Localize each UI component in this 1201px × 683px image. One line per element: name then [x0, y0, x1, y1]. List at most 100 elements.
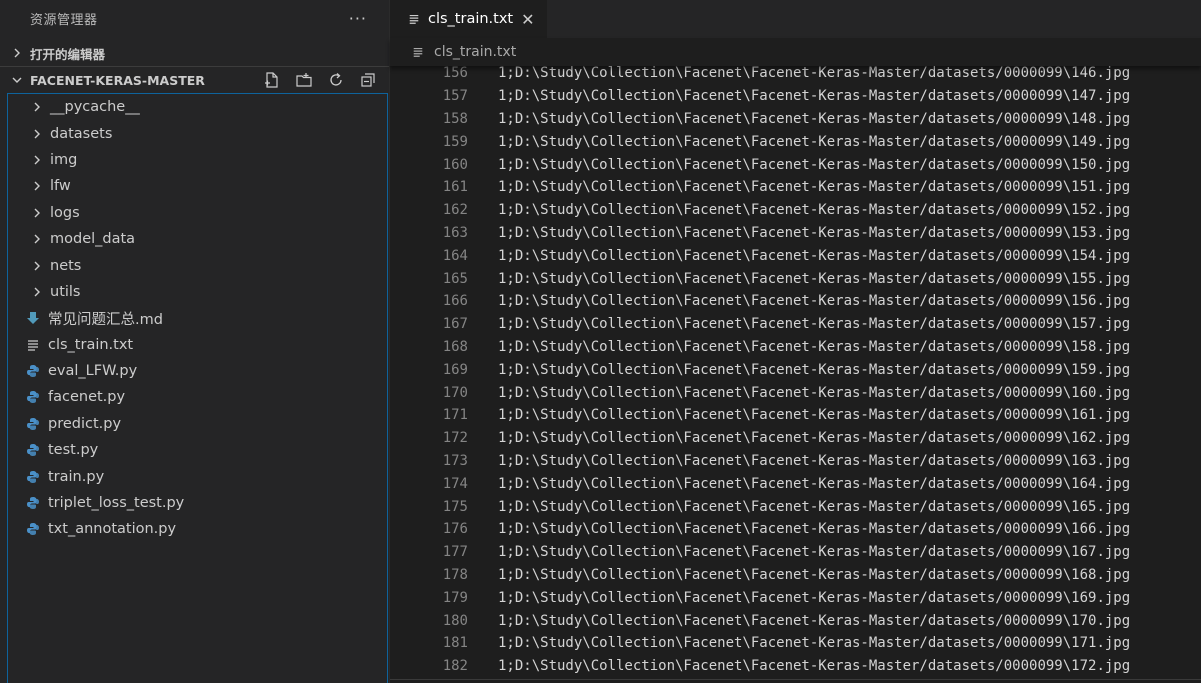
code-line[interactable]: 169 1;D:\Study\Collection\Facenet\Facenet…	[390, 358, 1201, 381]
line-text: 1;D:\Study\Collection\Facenet\Facenet-Ke…	[498, 475, 1131, 492]
file-facenet-py[interactable]: facenet.py	[8, 384, 387, 410]
code-line[interactable]: 172 1;D:\Study\Collection\Facenet\Facenet…	[390, 427, 1201, 450]
line-number: 169	[442, 361, 468, 378]
line-number: 158	[442, 110, 468, 127]
folder-img[interactable]: img	[8, 147, 387, 173]
file-label: train.py	[48, 468, 105, 485]
code-line[interactable]: 163 1;D:\Study\Collection\Facenet\Facenet…	[390, 222, 1201, 245]
code-line[interactable]: 170 1;D:\Study\Collection\Facenet\Facenet…	[390, 381, 1201, 404]
code-line[interactable]: 157 1;D:\Study\Collection\Facenet\Facenet…	[390, 85, 1201, 108]
code-line[interactable]: 176 1;D:\Study\Collection\Facenet\Facenet…	[390, 518, 1201, 541]
chevron-right-icon	[34, 261, 40, 271]
editor-divider	[390, 679, 1201, 680]
line-text: 1;D:\Study\Collection\Facenet\Facenet-Ke…	[498, 270, 1131, 287]
folder-model-data[interactable]: model_data	[8, 226, 387, 252]
collapse-all-icon[interactable]	[359, 71, 377, 89]
code-line[interactable]: 179 1;D:\Study\Collection\Facenet\Facenet…	[390, 586, 1201, 609]
folder-label: utils	[50, 283, 81, 300]
line-text: 1;D:\Study\Collection\Facenet\Facenet-Ke…	[498, 589, 1131, 606]
folder-label: datasets	[50, 125, 113, 142]
code-line[interactable]: 167 1;D:\Study\Collection\Facenet\Facenet…	[390, 313, 1201, 336]
line-number: 178	[442, 566, 468, 583]
file-eval-lfw-py[interactable]: eval_LFW.py	[8, 358, 387, 384]
python-icon	[27, 444, 39, 457]
tab-cls-train-txt[interactable]: cls_train.txt ✕	[390, 0, 547, 38]
code-line[interactable]: 165 1;D:\Study\Collection\Facenet\Facenet…	[390, 267, 1201, 290]
project-label: FACENET-KERAS-MASTER	[30, 72, 205, 88]
code-line[interactable]: 177 1;D:\Study\Collection\Facenet\Facenet…	[390, 541, 1201, 564]
line-text: 1;D:\Study\Collection\Facenet\Facenet-Ke…	[498, 384, 1131, 401]
line-number: 177	[442, 544, 468, 561]
code-line[interactable]: 166 1;D:\Study\Collection\Facenet\Facenet…	[390, 290, 1201, 313]
file-label: predict.py	[48, 415, 122, 432]
line-number: 165	[442, 270, 468, 287]
new-folder-icon[interactable]	[295, 71, 313, 89]
code-line[interactable]: 160 1;D:\Study\Collection\Facenet\Facenet…	[390, 153, 1201, 176]
code-line[interactable]: 158 1;D:\Study\Collection\Facenet\Facenet…	[390, 108, 1201, 131]
file-txt-annotation-py[interactable]: txt_annotation.py	[8, 516, 387, 542]
python-icon	[27, 470, 39, 483]
line-text: 1;D:\Study\Collection\Facenet\Facenet-Ke…	[498, 247, 1131, 264]
new-file-icon[interactable]	[263, 71, 281, 89]
folder-utils[interactable]: utils	[8, 279, 387, 305]
line-number: 182	[442, 658, 468, 675]
line-text: 1;D:\Study\Collection\Facenet\Facenet-Ke…	[498, 635, 1131, 652]
breadcrumb-file[interactable]: cls_train.txt	[434, 44, 516, 60]
line-text: 1;D:\Study\Collection\Facenet\Facenet-Ke…	[498, 658, 1131, 675]
file-test-py[interactable]: test.py	[8, 437, 387, 463]
folder-logs[interactable]: logs	[8, 200, 387, 226]
folder-datasets[interactable]: datasets	[8, 120, 387, 146]
line-number: 160	[442, 156, 468, 173]
more-actions-button[interactable]: ···	[349, 9, 367, 28]
line-number: 170	[442, 384, 468, 401]
line-text: 1;D:\Study\Collection\Facenet\Facenet-Ke…	[498, 88, 1131, 105]
code-line[interactable]: 181 1;D:\Study\Collection\Facenet\Facenet…	[390, 632, 1201, 655]
explorer-title: 资源管理器	[30, 12, 98, 28]
line-number: 174	[442, 475, 468, 492]
code-line[interactable]: 162 1;D:\Study\Collection\Facenet\Facenet…	[390, 199, 1201, 222]
file-cls-train-txt[interactable]: cls_train.txt	[8, 332, 387, 358]
refresh-icon[interactable]	[327, 71, 345, 89]
file-triplet-loss-test-py[interactable]: triplet_loss_test.py	[8, 490, 387, 516]
tab-label: cls_train.txt	[428, 11, 514, 27]
line-number: 162	[442, 202, 468, 219]
line-number: 171	[442, 407, 468, 424]
line-number: 179	[442, 589, 468, 606]
code-line[interactable]: 175 1;D:\Study\Collection\Facenet\Facenet…	[390, 495, 1201, 518]
line-text: 1;D:\Study\Collection\Facenet\Facenet-Ke…	[498, 316, 1131, 333]
folder-label: __pycache__	[50, 99, 140, 116]
folder-label: img	[50, 151, 78, 168]
folder-pycache[interactable]: __pycache__	[8, 94, 387, 120]
chevron-right-icon	[34, 129, 40, 139]
file-train-py[interactable]: train.py	[8, 463, 387, 489]
code-line[interactable]: 161 1;D:\Study\Collection\Facenet\Facenet…	[390, 176, 1201, 199]
explorer-sidebar: 资源管理器 ··· 打开的编辑器 FACENET-KERAS-MASTER __…	[0, 0, 390, 683]
folder-label: lfw	[50, 178, 71, 195]
text-file-icon	[409, 14, 419, 24]
file-faq-md[interactable]: 常见问题汇总.md	[8, 305, 387, 331]
code-line[interactable]: 178 1;D:\Study\Collection\Facenet\Facenet…	[390, 564, 1201, 587]
folder-nets[interactable]: nets	[8, 252, 387, 278]
folder-label: nets	[50, 257, 82, 274]
folder-lfw[interactable]: lfw	[8, 173, 387, 199]
project-section[interactable]: FACENET-KERAS-MASTER	[0, 66, 389, 93]
line-number: 161	[442, 179, 468, 196]
code-view[interactable]: 156 1;D:\Study\Collection\Facenet\Facenet…	[390, 62, 1201, 683]
code-line[interactable]: 171 1;D:\Study\Collection\Facenet\Facenet…	[390, 404, 1201, 427]
code-line[interactable]: 168 1;D:\Study\Collection\Facenet\Facenet…	[390, 336, 1201, 359]
line-text: 1;D:\Study\Collection\Facenet\Facenet-Ke…	[498, 179, 1131, 196]
code-line[interactable]: 173 1;D:\Study\Collection\Facenet\Facenet…	[390, 450, 1201, 473]
line-text: 1;D:\Study\Collection\Facenet\Facenet-Ke…	[498, 293, 1131, 310]
code-line[interactable]: 182 1;D:\Study\Collection\Facenet\Facenet…	[390, 655, 1201, 678]
code-line[interactable]: 159 1;D:\Study\Collection\Facenet\Facenet…	[390, 130, 1201, 153]
file-label: cls_train.txt	[48, 336, 134, 353]
line-text: 1;D:\Study\Collection\Facenet\Facenet-Ke…	[498, 338, 1131, 355]
file-label: 常见问题汇总.md	[48, 311, 163, 328]
open-editors-section[interactable]: 打开的编辑器	[0, 40, 389, 66]
close-tab-button[interactable]: ✕	[521, 10, 534, 29]
markdown-download-icon	[27, 312, 39, 325]
code-line[interactable]: 164 1;D:\Study\Collection\Facenet\Facenet…	[390, 244, 1201, 267]
code-line[interactable]: 180 1;D:\Study\Collection\Facenet\Facenet…	[390, 609, 1201, 632]
code-line[interactable]: 174 1;D:\Study\Collection\Facenet\Facenet…	[390, 472, 1201, 495]
file-predict-py[interactable]: predict.py	[8, 411, 387, 437]
